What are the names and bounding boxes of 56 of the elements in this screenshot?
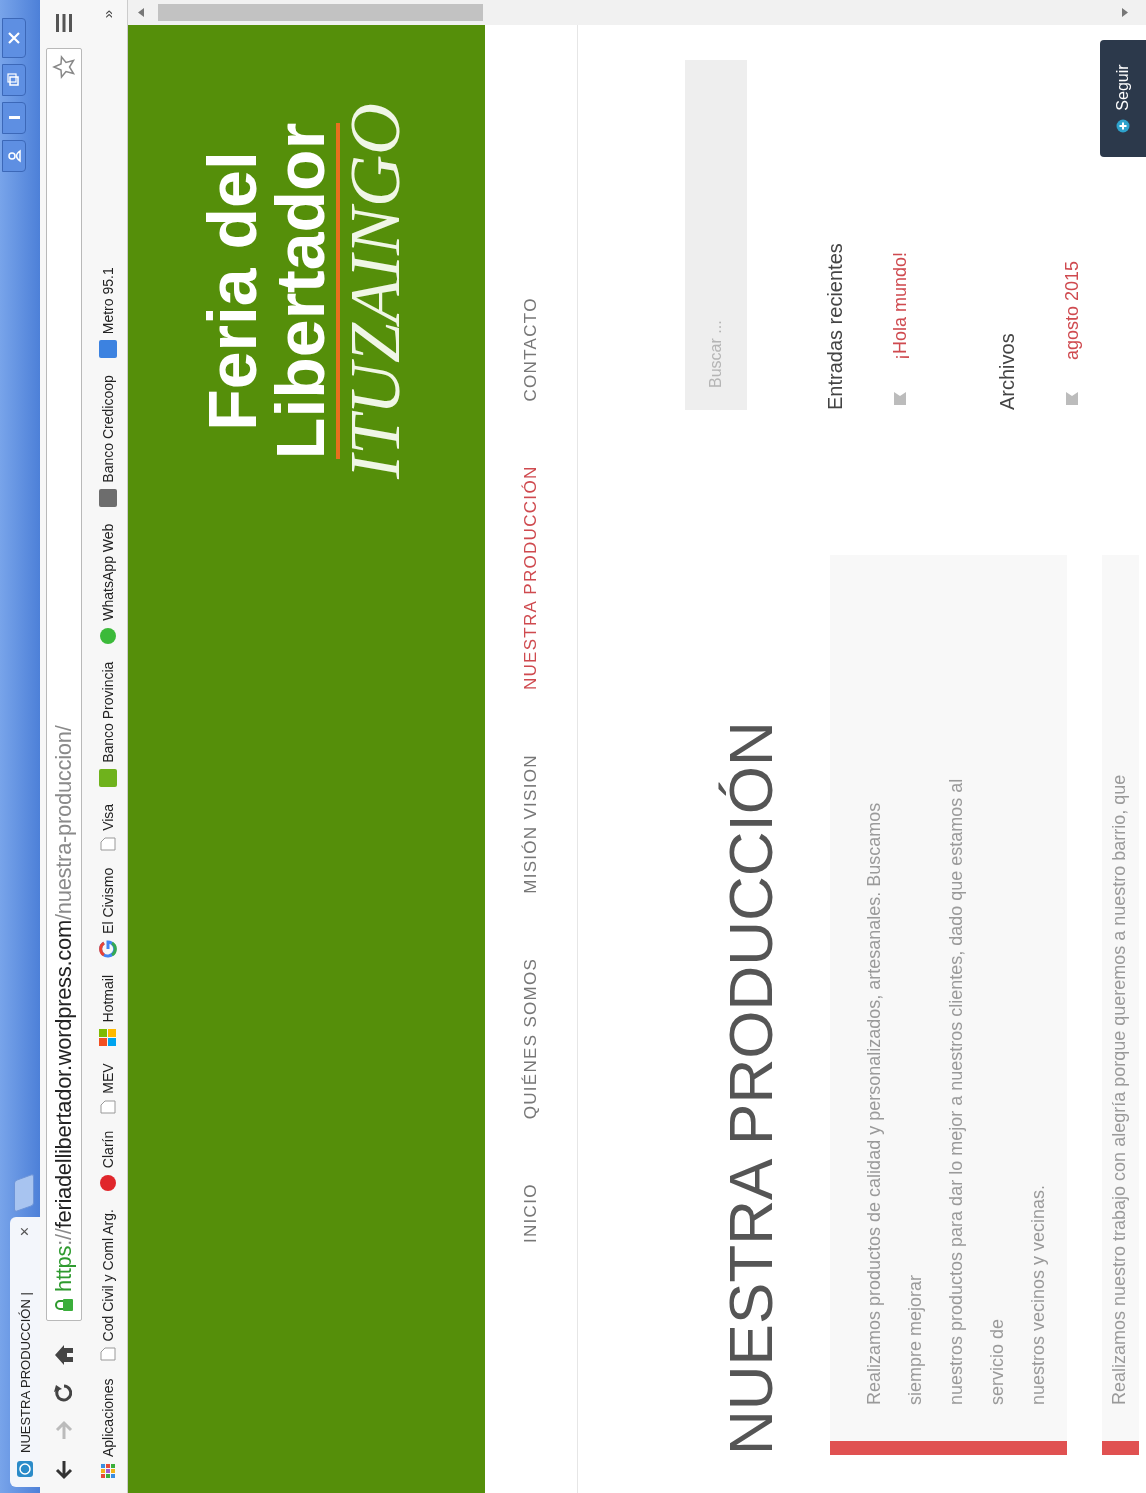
page-icon [99,1347,116,1362]
bookmark-item[interactable]: Metro 95.1 [98,267,117,359]
bookmark-item[interactable]: Banco Provincia [98,661,117,787]
site-tagline: ITUZAINGO [340,103,410,480]
scroll-down-icon[interactable] [1122,8,1128,17]
home-button[interactable] [52,1343,76,1367]
flag-icon [1066,392,1078,405]
bookmark-item[interactable]: Visa [99,803,116,851]
page-title: NUESTRA PRODUCCIÓN [717,720,785,1455]
close-icon [7,31,21,45]
widget-link[interactable]: agosto 2015 [1061,260,1083,360]
flag-icon [894,392,906,405]
apps-grid-icon [99,1463,116,1479]
browser-tab[interactable]: NUESTRA PRODUCCIÓN | × [10,1217,40,1487]
scroll-up-icon[interactable] [138,8,144,17]
tiles-icon [98,1028,117,1047]
nav-link[interactable]: INICIO [521,1183,541,1243]
restore-button[interactable] [2,64,26,96]
page-icon [99,836,116,851]
nav-link[interactable]: NUESTRA PRODUCCIÓN [521,465,541,691]
scrollbar-thumb[interactable] [158,4,483,21]
minimize-button[interactable] [2,102,26,134]
site-favicon-icon [17,1461,33,1477]
bookmark-item[interactable]: Aplicaciones [99,1378,116,1479]
restore-icon [7,73,21,87]
bookmark-item[interactable]: Banco Credicoop [98,375,117,507]
page-icon [99,1099,116,1114]
bookmark-item[interactable]: Cod Civil y Coml Arg. [99,1209,116,1362]
site-title[interactable]: Feria del Libertador [198,122,340,460]
article-text: Realizamos productos de calidad y personalizados, artesanales. Buscamos siempre mejorar nuestros productos para dar lo mejor a nuestros clientes, dado que estamos al servicio de nuestros vecinos y vecinas. [863,777,1049,1405]
more-bookmarks-button[interactable]: » [99,10,116,19]
close-button[interactable] [2,18,26,58]
lock-icon [55,1298,73,1312]
address-bar[interactable]: https://feriadellibertador.wordpress.com/nuestra-produccion/ [46,48,82,1321]
bookmark-item[interactable]: Clarín [98,1130,117,1193]
person-icon [7,149,21,163]
nav-link[interactable]: MISIÓN VISION [521,754,541,894]
ring-icon [98,939,117,958]
bookmark-star-icon[interactable] [52,55,76,79]
widget-title: Entradas recientes [823,242,847,410]
widget-link[interactable]: ¡Hola mundo! [889,251,911,360]
bookmark-item[interactable]: MEV [99,1063,116,1114]
bookmark-item[interactable]: El Civismo [98,867,117,958]
url-text: https://feriadellibertador.wordpress.com/nuestra-produccion/ [51,724,77,1292]
bookmark-item[interactable]: WhatsApp Web [98,523,117,645]
profile-button[interactable] [2,140,26,172]
bookmark-item[interactable]: Hotmail [98,974,117,1047]
close-tab-button[interactable]: × [16,1227,34,1237]
article-text: Realizamos nuestro trabajo con alegría porque queremos a nuestro barrio, que [1108,773,1130,1405]
follow-button[interactable]: Seguir [1100,40,1146,157]
nav-link[interactable]: QUIÉNES SOMOS [521,957,541,1120]
nav-link[interactable]: CONTACTO [521,297,541,402]
menu-button[interactable] [54,12,74,34]
plus-circle-icon [1116,118,1130,133]
widget-title: Archivos [995,332,1019,410]
search-field[interactable]: Buscar ... [685,60,747,410]
